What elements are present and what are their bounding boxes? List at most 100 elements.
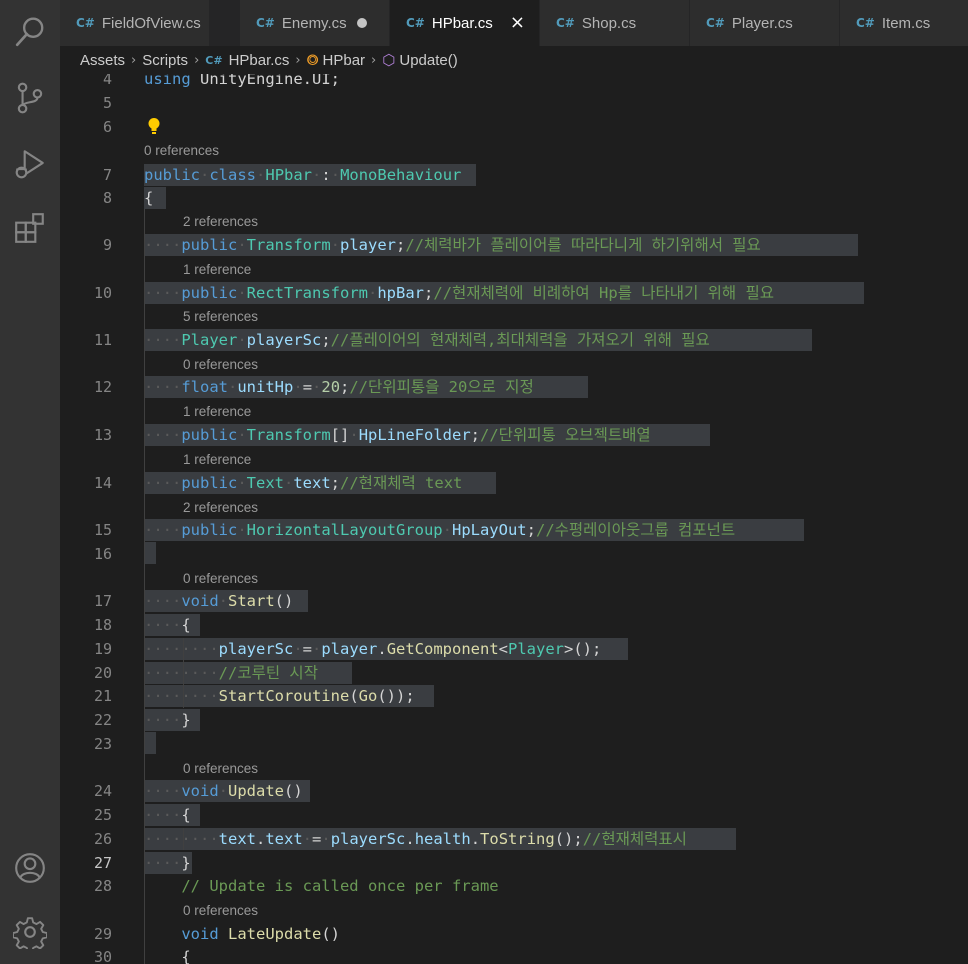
tab-shop[interactable]: C# Shop.cs (540, 0, 690, 46)
tab-hpbar[interactable]: C# HPbar.cs × (390, 0, 540, 46)
breadcrumb-file[interactable]: HPbar.cs (229, 52, 290, 69)
tab-enemy[interactable]: C# Enemy.cs (240, 0, 390, 46)
breadcrumb-scripts[interactable]: Scripts (142, 52, 188, 69)
code-token: playerSc (218, 640, 294, 658)
code-comment: //현재체력표시 (582, 830, 687, 848)
search-icon[interactable] (12, 14, 48, 50)
code-line: void LateUpdate() (144, 923, 340, 945)
source-control-icon[interactable] (12, 80, 48, 116)
line-number: 29 (93, 925, 112, 943)
code-token: public (181, 521, 238, 539)
run-debug-icon[interactable] (12, 146, 48, 182)
codelens-references[interactable]: 0 references (183, 760, 258, 778)
code-token: . (405, 830, 415, 848)
line-number: 21 (93, 687, 112, 705)
code-token: health (414, 830, 471, 848)
codelens-references[interactable]: 2 references (183, 213, 258, 231)
tab-label: Item.cs (881, 14, 931, 32)
code-line: ····Player·playerSc;//플레이어의 현재체력,최대체력을 가… (144, 331, 710, 349)
codelens-references[interactable]: 0 references (183, 902, 258, 920)
csharp-icon: C# (706, 16, 725, 30)
code-token: public (144, 166, 200, 184)
codelens-references[interactable]: 1 reference (183, 451, 251, 469)
code-token: . (377, 640, 387, 658)
line-number: 5 (102, 94, 112, 112)
code-comment: //플레이어의 현재체력,최대체력을 가져오기 위해 필요 (330, 331, 710, 349)
code-token: () (274, 592, 294, 610)
code-token: HpLayOut (451, 521, 527, 539)
csharp-icon: C# (556, 16, 575, 30)
code-line: // Update is called once per frame (144, 875, 498, 897)
codelens-references[interactable]: 5 references (183, 308, 258, 326)
codelens-references[interactable]: 1 reference (183, 403, 251, 421)
code-line: ····void·Update() (144, 782, 303, 800)
code-token: HpLineFolder (358, 426, 471, 444)
activity-bar (0, 0, 60, 964)
tab-fieldofview[interactable]: C# FieldOfView.cs (60, 0, 210, 46)
code-line: ····public·Text·text;//현재체력 text (144, 474, 463, 492)
line-number: 4 (102, 74, 112, 88)
line-number: 16 (93, 545, 112, 563)
extensions-icon[interactable] (12, 210, 48, 246)
line-number: 15 (93, 521, 112, 539)
code-token: ; (470, 426, 481, 444)
codelens-references[interactable]: 0 references (144, 142, 219, 160)
code-token: hpBar (377, 284, 425, 302)
code-token: (); (554, 830, 583, 848)
code-line: ········playerSc·=·player.GetComponent<P… (144, 640, 602, 658)
codelens-references[interactable]: 0 references (183, 356, 258, 374)
code-editor[interactable]: 4 5 6 7 8 9 10 11 12 13 14 15 16 17 18 1… (60, 74, 968, 964)
code-token: ; (340, 378, 350, 396)
tab-label: Player.cs (731, 14, 793, 32)
code-token: text (265, 830, 303, 848)
code-token: } (181, 711, 191, 729)
code-token: . (255, 830, 266, 848)
account-icon[interactable] (12, 850, 48, 886)
code-token: GetComponent (386, 640, 499, 658)
code-comment: //현재체력 text (340, 474, 463, 492)
code-token: public (181, 426, 238, 444)
code-token: unitHp (237, 378, 294, 396)
code-token: = (312, 830, 322, 848)
chevron-right-icon: › (194, 52, 200, 68)
unsaved-dot-icon[interactable] (357, 18, 367, 28)
editor-tabs: C# FieldOfView.cs C# Enemy.cs C# HPbar.c… (60, 0, 968, 46)
selection-highlight (144, 542, 156, 564)
code-token: void (181, 592, 219, 610)
code-token: HorizontalLayoutGroup (246, 521, 443, 539)
code-token: < (498, 640, 509, 658)
line-number: 25 (93, 806, 112, 824)
code-token: . (470, 830, 481, 848)
code-token: float (181, 378, 228, 396)
breadcrumb-class[interactable]: HPbar (323, 52, 366, 69)
breadcrumb-assets[interactable]: Assets (80, 52, 125, 69)
breadcrumb-method[interactable]: Update() (399, 52, 457, 69)
line-number: 10 (93, 284, 112, 302)
code-line: ····{ (144, 616, 191, 634)
code-token: MonoBehaviour (340, 166, 462, 184)
tab-item[interactable]: C# Item.cs (840, 0, 968, 46)
codelens-references[interactable]: 2 references (183, 499, 258, 517)
code-token: [] (330, 426, 350, 444)
code-token: ; (321, 331, 331, 349)
chevron-right-icon: › (371, 52, 377, 68)
codelens-references[interactable]: 1 reference (183, 261, 251, 279)
code-comment: //현재체력에 비례하여 Hp를 나타내기 위해 필요 (433, 284, 775, 302)
codelens-references[interactable]: 0 references (183, 570, 258, 588)
close-icon[interactable]: × (510, 12, 525, 33)
code-token: ; (526, 521, 536, 539)
code-token: 20 (321, 378, 341, 396)
code-line: ····void·Start() (144, 592, 294, 610)
code-token: { (144, 189, 154, 207)
tab-player[interactable]: C# Player.cs (690, 0, 840, 46)
settings-gear-icon[interactable] (12, 914, 48, 950)
line-number: 19 (93, 640, 112, 658)
lightbulb-icon[interactable] (147, 117, 161, 135)
line-number: 6 (102, 118, 112, 136)
line-number: 30 (93, 948, 112, 964)
code-line: ····{ (144, 806, 191, 824)
line-number: 12 (93, 378, 112, 396)
code-token: Go (358, 687, 378, 705)
tab-label: FieldOfView.cs (101, 14, 201, 32)
code-token: Transform (246, 426, 331, 444)
